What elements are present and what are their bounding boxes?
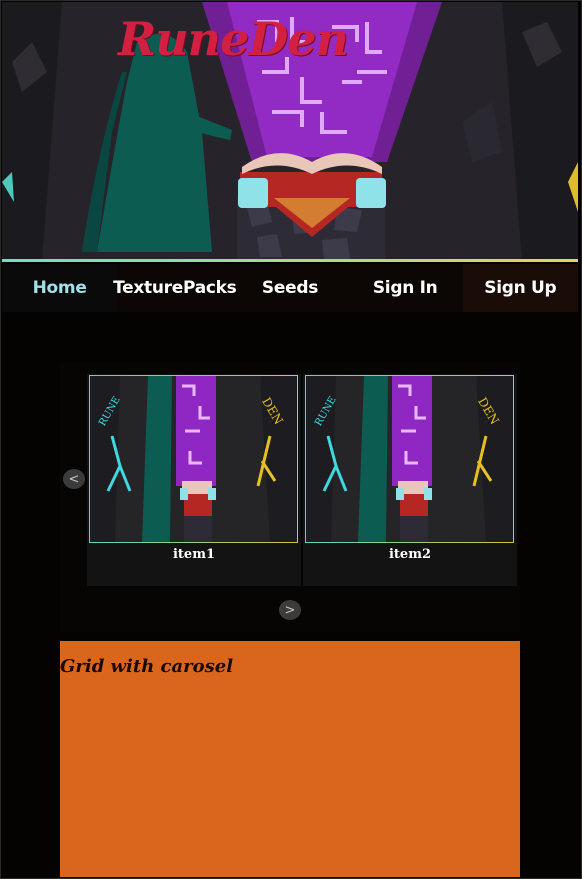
main-nav: Home TexturePacks Seeds Sign In Sign Up — [2, 264, 578, 312]
card-image: RUNE DEN — [305, 375, 514, 543]
carousel-next-button[interactable]: > — [279, 600, 301, 620]
nav-sign-in[interactable]: Sign In — [348, 264, 463, 312]
carousel-card[interactable]: RUNE DEN item2 — [303, 374, 517, 586]
card-title: item2 — [388, 547, 431, 562]
carousel-card[interactable]: RUNE DEN item1 — [87, 374, 301, 586]
carousel: < RUNE DEN item1 RUNE DEN item2 > — [60, 362, 520, 632]
brand-logo[interactable]: RuneDen — [118, 12, 349, 66]
nav-home[interactable]: Home — [2, 264, 118, 312]
card-title: item1 — [172, 547, 215, 562]
nav-seeds[interactable]: Seeds — [232, 264, 347, 312]
nav-sign-up[interactable]: Sign Up — [462, 264, 578, 312]
hero-banner: RuneDen — [2, 2, 578, 262]
grid-section: Grid with carosel — [60, 641, 520, 877]
grid-title: Grid with carosel — [60, 656, 234, 677]
carousel-prev-button[interactable]: < — [63, 469, 85, 489]
card-image: RUNE DEN — [89, 375, 298, 543]
nav-texturepacks[interactable]: TexturePacks — [113, 264, 237, 312]
banner-bottom-accent — [2, 259, 578, 262]
